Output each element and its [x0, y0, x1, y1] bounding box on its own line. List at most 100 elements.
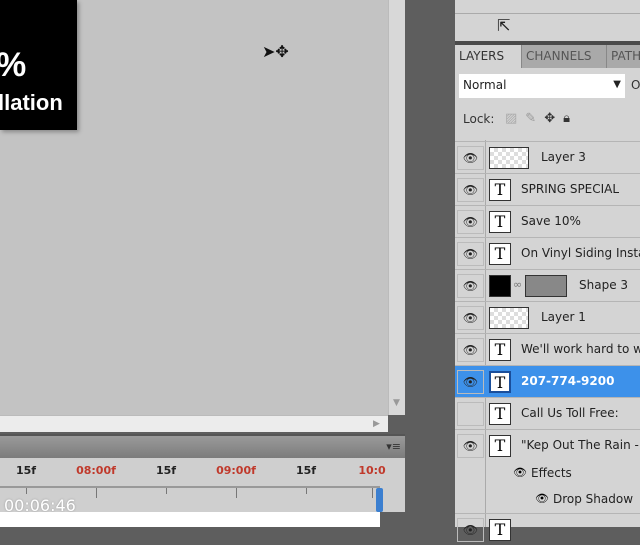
tick-label: 15f: [295, 464, 317, 477]
layer-row[interactable]: 👁︎ Effects: [455, 461, 640, 487]
tick-label: 08:00f: [76, 464, 116, 477]
blend-mode-value: Normal: [463, 78, 507, 92]
blend-mode-select[interactable]: Normal ▼: [459, 74, 625, 98]
ruler-line: [0, 486, 380, 488]
tick-mark: [96, 488, 97, 498]
eye-icon: 👁︎: [462, 215, 479, 229]
eye-icon[interactable]: 👁︎: [513, 466, 527, 479]
layer-row[interactable]: 👁︎ Layer 1: [455, 301, 640, 333]
layer-name: Layer 1: [541, 310, 586, 324]
visibility-toggle[interactable]: 👁︎: [457, 518, 484, 542]
visibility-toggle[interactable]: 👁︎: [457, 210, 484, 234]
text-layer-icon: T: [489, 371, 511, 393]
eye-icon: 👁︎: [462, 523, 479, 537]
layer-name: Save 10%: [521, 214, 581, 228]
text-layer-icon: T: [489, 179, 511, 201]
layer-name: We'll work hard to w: [521, 342, 640, 356]
panel-menu-icon[interactable]: ▾≡: [386, 440, 401, 453]
visibility-toggle[interactable]: 👁︎: [457, 242, 484, 266]
layer-name: "Kep Out The Rain - (: [521, 438, 640, 452]
visibility-toggle[interactable]: 👁︎: [457, 434, 484, 458]
visibility-toggle[interactable]: 👁︎: [457, 146, 484, 170]
document-canvas[interactable]: % llation ➤✥: [0, 0, 388, 415]
tick-mark: [166, 488, 167, 494]
layer-name: Layer 3: [541, 150, 586, 164]
eye-icon: 👁︎: [462, 183, 479, 197]
tick-label: 10:0: [358, 464, 386, 477]
layer-row[interactable]: 👁︎ ∞ Shape 3: [455, 269, 640, 301]
scroll-down-icon[interactable]: ▼: [393, 398, 400, 408]
effect-name: Effects: [531, 466, 572, 480]
layer-row[interactable]: 👁︎ T SPRING SPECIAL: [455, 173, 640, 205]
layer-name: Call Us Toll Free:: [521, 406, 619, 420]
tick-mark: [372, 488, 373, 498]
visibility-toggle[interactable]: 👁︎: [457, 306, 484, 330]
eye-icon: 👁︎: [462, 311, 479, 325]
timeline-track-area[interactable]: [0, 512, 380, 527]
visibility-toggle[interactable]: 👁︎: [457, 370, 484, 394]
panel-top-bar: [455, 0, 640, 14]
text-layer-icon: T: [489, 211, 511, 233]
eye-icon[interactable]: 👁︎: [535, 492, 549, 505]
text-layer-icon: T: [489, 339, 511, 361]
visibility-toggle[interactable]: [457, 402, 484, 426]
text-layer-icon: T: [489, 243, 511, 265]
tab-channels[interactable]: CHANNELS: [522, 45, 607, 68]
lock-all-icon[interactable]: 🔒︎: [563, 111, 570, 126]
fill-thumbnail: [489, 275, 511, 297]
artwork-text-percent: %: [0, 46, 26, 85]
layer-name: SPRING SPECIAL: [521, 182, 620, 196]
layer-row[interactable]: 👁︎ Layer 3: [455, 141, 640, 173]
visibility-toggle[interactable]: 👁︎: [457, 338, 484, 362]
eye-icon: 👁︎: [462, 279, 479, 293]
layer-row[interactable]: 👁︎ T On Vinyl Siding Insta: [455, 237, 640, 269]
layer-row[interactable]: 👁︎ T "Kep Out The Rain - (: [455, 429, 640, 461]
visibility-toggle[interactable]: 👁︎: [457, 274, 484, 298]
eye-icon: 👁︎: [462, 151, 479, 165]
layer-row[interactable]: 👁︎ T We'll work hard to w: [455, 333, 640, 365]
effect-name: Drop Shadow: [553, 492, 634, 506]
visibility-toggle[interactable]: 👁︎: [457, 178, 484, 202]
layer-thumbnail: [489, 147, 529, 169]
eye-icon: 👁︎: [462, 343, 479, 357]
eye-icon: 👁︎: [462, 439, 479, 453]
tick-mark: [306, 488, 307, 494]
layer-row[interactable]: 👁︎ T: [455, 513, 640, 545]
chevron-down-icon: ▼: [613, 79, 621, 90]
arrange-documents-icon[interactable]: ⇱: [497, 16, 510, 35]
layers-panel: ⇱ LAYERS CHANNELS PATH Normal ▼ O Lock: …: [455, 0, 640, 542]
vertical-scrollbar[interactable]: ▼: [388, 0, 405, 415]
layer-row[interactable]: T Call Us Toll Free:: [455, 397, 640, 429]
move-cursor-icon: ➤✥: [262, 42, 289, 61]
layer-name: 207-774-9200: [521, 374, 615, 388]
eye-icon: 👁︎: [462, 247, 479, 261]
link-icon: ∞: [513, 278, 523, 291]
lock-position-icon[interactable]: ✥: [544, 111, 555, 126]
tick-label: 15f: [155, 464, 177, 477]
lock-options: ▨ ✎ ✥ 🔒︎: [505, 111, 570, 126]
horizontal-scrollbar[interactable]: ▶: [0, 415, 388, 432]
timeline-panel-header: ▾≡: [0, 434, 405, 458]
vector-mask-thumbnail: [525, 275, 567, 297]
lock-transparency-icon[interactable]: ▨: [505, 111, 517, 126]
opacity-label: O: [631, 78, 640, 92]
layer-thumbnail: [489, 307, 529, 329]
artwork-black-box: % llation: [0, 0, 77, 130]
text-layer-icon: T: [489, 519, 511, 541]
layer-name: On Vinyl Siding Insta: [521, 246, 640, 260]
timeline-ruler[interactable]: 15f 08:00f 15f 09:00f 15f 10:0 00:06:46: [0, 458, 405, 515]
playhead-handle[interactable]: [376, 488, 383, 512]
scroll-right-icon[interactable]: ▶: [373, 419, 380, 429]
layer-row[interactable]: 👁︎ Drop Shadow: [455, 487, 640, 513]
layer-row[interactable]: 👁︎ T 207-774-9200: [455, 365, 640, 397]
layer-row[interactable]: 👁︎ T Save 10%: [455, 205, 640, 237]
tab-paths[interactable]: PATH: [607, 45, 640, 68]
text-layer-icon: T: [489, 435, 511, 457]
tab-layers[interactable]: LAYERS: [455, 45, 522, 68]
tick-label: 15f: [15, 464, 37, 477]
layer-name: Shape 3: [579, 278, 629, 292]
tick-label: 09:00f: [216, 464, 256, 477]
lock-label: Lock:: [463, 112, 495, 126]
eye-icon: 👁︎: [462, 375, 479, 389]
lock-brush-icon[interactable]: ✎: [525, 111, 536, 126]
